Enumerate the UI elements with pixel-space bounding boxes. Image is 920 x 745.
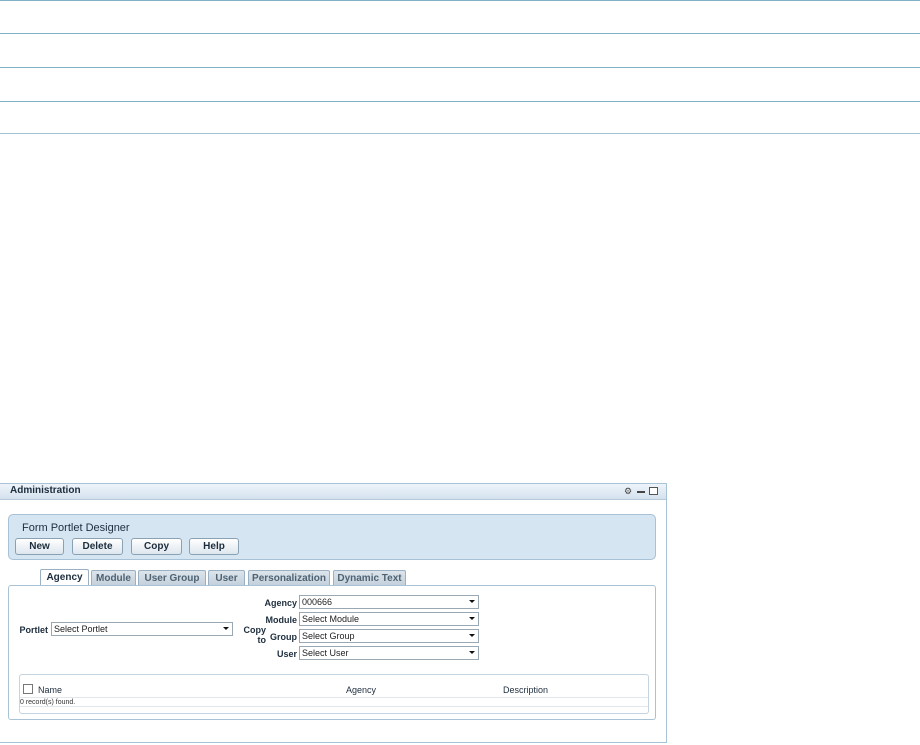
column-description[interactable]: Description	[503, 685, 548, 695]
top-rule	[0, 101, 920, 102]
results-grid: Name Agency Description 0 record(s) foun…	[19, 674, 649, 714]
designer-title: Form Portlet Designer	[22, 522, 130, 534]
grid-footer	[20, 706, 648, 707]
grid-header: Name Agency Description	[20, 675, 648, 698]
portlet-label: Portlet	[19, 625, 48, 635]
agency-label: Agency	[264, 598, 297, 608]
delete-button[interactable]: Delete	[72, 538, 123, 555]
portlet-select[interactable]: Select Portlet	[51, 622, 233, 636]
portlet-controls: ⚙	[623, 486, 658, 496]
user-select-value: Select User	[302, 648, 349, 658]
group-select-value: Select Group	[302, 631, 355, 641]
records-count: 0 record(s) found.	[20, 699, 76, 706]
chevron-down-icon	[223, 627, 229, 630]
tab-module[interactable]: Module	[91, 570, 136, 585]
form-portlet-designer-panel: Form Portlet Designer New Delete Copy He…	[8, 514, 656, 560]
maximize-icon[interactable]	[649, 487, 658, 495]
chevron-down-icon	[469, 651, 475, 654]
module-label: Module	[265, 615, 298, 625]
agency-tab-panel: Portlet Select Portlet Copy to Agency 00…	[8, 585, 656, 720]
select-all-checkbox[interactable]	[23, 684, 33, 694]
column-name[interactable]: Name	[38, 685, 62, 695]
new-button[interactable]: New	[15, 538, 64, 555]
administration-portlet: Administration ⚙ Form Portlet Designer N…	[0, 483, 667, 743]
portlet-title: Administration	[10, 485, 81, 496]
chevron-down-icon	[469, 617, 475, 620]
top-rule	[0, 67, 920, 68]
tab-agency[interactable]: Agency	[40, 569, 89, 586]
tab-personalization[interactable]: Personalization	[248, 570, 330, 585]
column-agency[interactable]: Agency	[346, 685, 376, 695]
tab-dynamic-text[interactable]: Dynamic Text	[333, 570, 406, 585]
top-rule	[0, 0, 920, 1]
group-select[interactable]: Select Group	[299, 629, 479, 643]
copy-button[interactable]: Copy	[131, 538, 182, 555]
agency-select[interactable]: 000666	[299, 595, 479, 609]
module-select-value: Select Module	[302, 614, 360, 624]
tab-user[interactable]: User	[208, 570, 245, 585]
gear-icon[interactable]: ⚙	[623, 486, 633, 496]
portlet-select-value: Select Portlet	[54, 624, 108, 634]
top-rule	[0, 133, 920, 134]
portlet-header: Administration ⚙	[0, 484, 666, 500]
top-rule	[0, 33, 920, 34]
chevron-down-icon	[469, 600, 475, 603]
user-label: User	[276, 649, 297, 659]
module-select[interactable]: Select Module	[299, 612, 479, 626]
agency-select-value: 000666	[302, 597, 333, 607]
chevron-down-icon	[469, 634, 475, 637]
user-select[interactable]: Select User	[299, 646, 479, 660]
group-label: Group	[270, 632, 297, 642]
help-button[interactable]: Help	[189, 538, 239, 555]
minimize-icon[interactable]	[637, 486, 645, 493]
tab-user-group[interactable]: User Group	[138, 570, 206, 585]
